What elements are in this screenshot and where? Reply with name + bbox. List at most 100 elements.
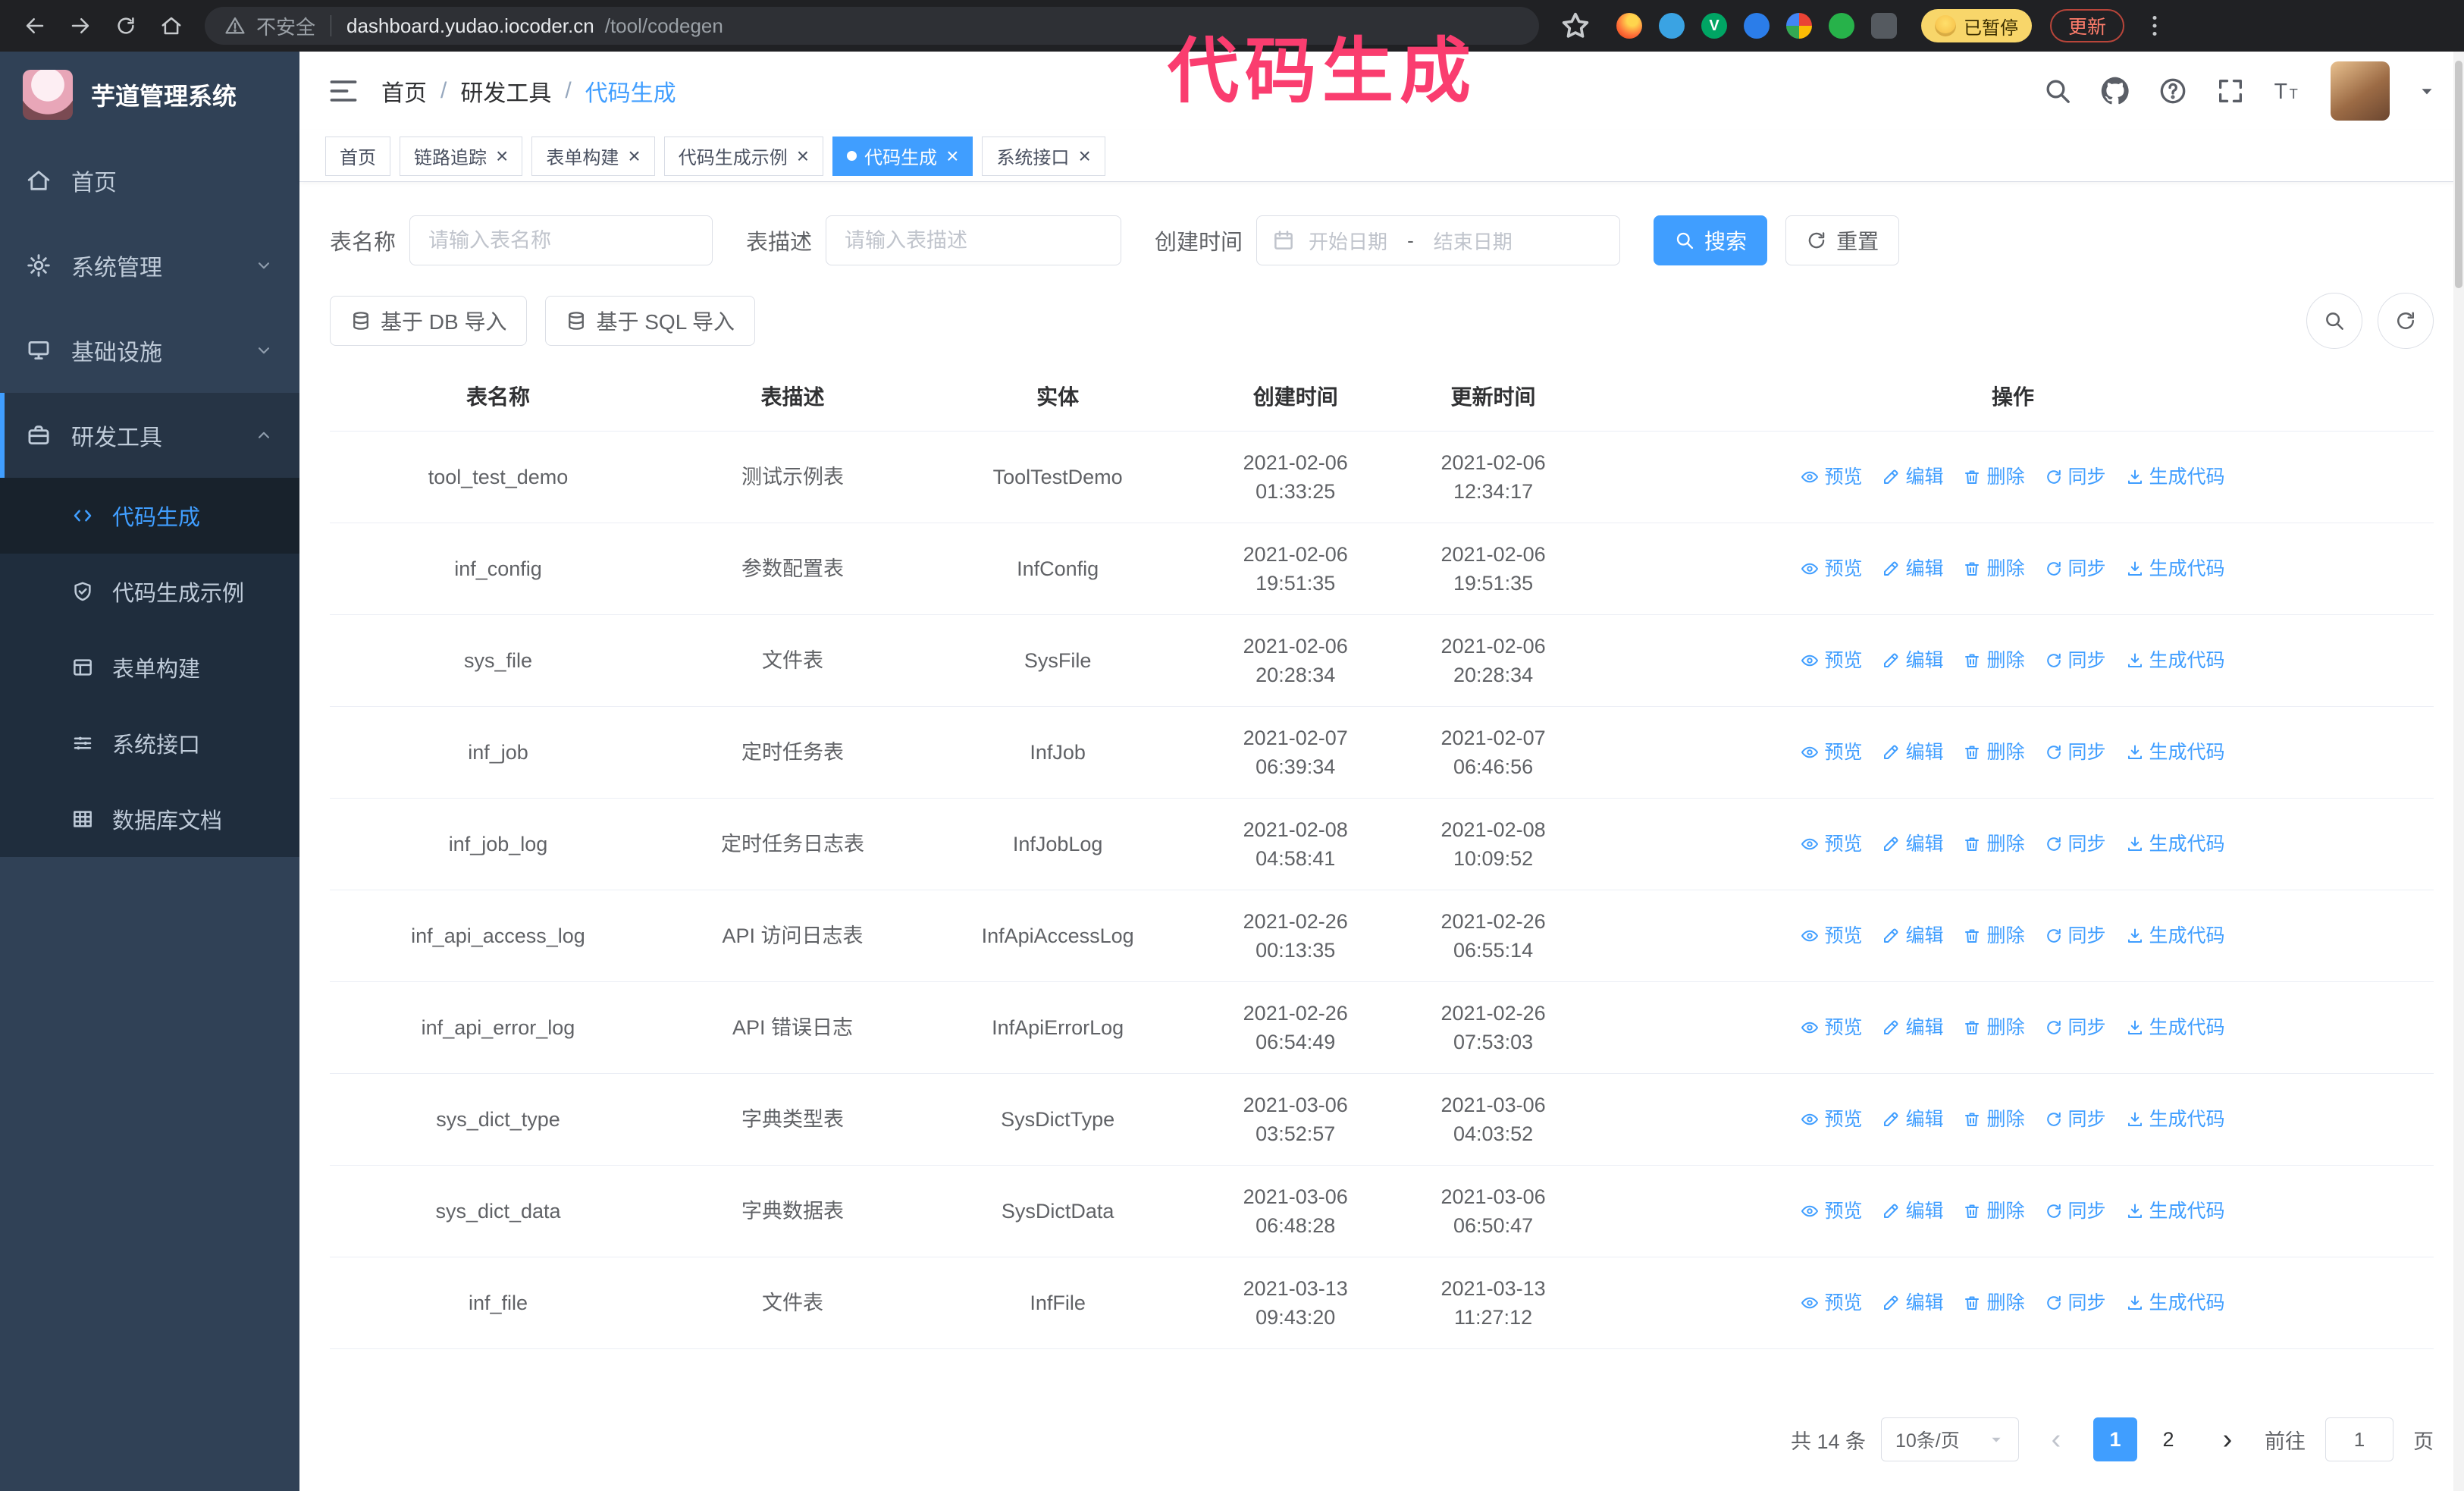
sidebar-item-home[interactable]: 首页 — [0, 138, 299, 223]
reset-button[interactable]: 重置 — [1785, 215, 1900, 265]
action-sync[interactable]: 同步 — [2045, 554, 2106, 583]
logo[interactable]: 芋道管理系统 — [0, 52, 299, 138]
action-edit[interactable]: 编辑 — [1882, 463, 1943, 491]
action-edit[interactable]: 编辑 — [1882, 646, 1943, 675]
action-trash[interactable]: 删除 — [1963, 554, 2025, 583]
close-icon[interactable]: × — [797, 145, 809, 167]
action-sync[interactable]: 同步 — [2045, 1013, 2106, 1042]
action-sync[interactable]: 同步 — [2045, 830, 2106, 859]
action-sync[interactable]: 同步 — [2045, 738, 2106, 767]
close-icon[interactable]: × — [496, 145, 508, 167]
scrollbar-thumb[interactable] — [2455, 61, 2462, 288]
toggle-search-button[interactable] — [2306, 293, 2362, 349]
sidebar-item-form-build[interactable]: 表单构建 — [0, 629, 299, 705]
tab-home[interactable]: 首页 — [325, 136, 390, 176]
action-trash[interactable]: 删除 — [1963, 921, 2025, 950]
action-eye[interactable]: 预览 — [1801, 1289, 1862, 1317]
user-avatar[interactable] — [2331, 61, 2390, 121]
hamburger-icon[interactable] — [327, 74, 360, 108]
action-edit[interactable]: 编辑 — [1882, 921, 1943, 950]
search-icon[interactable] — [2042, 76, 2073, 106]
action-trash[interactable]: 删除 — [1963, 1289, 2025, 1317]
extension-icon-2[interactable] — [1659, 13, 1685, 39]
paused-badge[interactable]: 已暂停 — [1921, 9, 2032, 42]
goto-page-input[interactable] — [2325, 1417, 2393, 1461]
tab-form-build[interactable]: 表单构建 × — [531, 136, 655, 176]
breadcrumb-item[interactable]: 代码生成 — [585, 74, 676, 108]
action-sync[interactable]: 同步 — [2045, 1289, 2106, 1317]
action-sync[interactable]: 同步 — [2045, 646, 2106, 675]
action-sync[interactable]: 同步 — [2045, 463, 2106, 491]
browser-update-button[interactable]: 更新 — [2050, 9, 2125, 42]
extension-icon-5[interactable] — [1786, 13, 1812, 39]
page-button-1[interactable]: 1 — [2093, 1417, 2137, 1461]
action-eye[interactable]: 预览 — [1801, 554, 1862, 583]
browser-home-icon[interactable] — [152, 6, 191, 46]
action-edit[interactable]: 编辑 — [1882, 554, 1943, 583]
action-eye[interactable]: 预览 — [1801, 830, 1862, 859]
action-edit[interactable]: 编辑 — [1882, 1105, 1943, 1134]
sidebar-item-codegen-example[interactable]: 代码生成示例 — [0, 554, 299, 629]
action-edit[interactable]: 编辑 — [1882, 1289, 1943, 1317]
tab-codegen-example[interactable]: 代码生成示例 × — [663, 136, 824, 176]
action-sync[interactable]: 同步 — [2045, 1105, 2106, 1134]
action-eye[interactable]: 预览 — [1801, 1197, 1862, 1226]
back-icon[interactable] — [15, 6, 55, 46]
next-page-button[interactable]: › — [2205, 1417, 2249, 1461]
action-sync[interactable]: 同步 — [2045, 921, 2106, 950]
action-trash[interactable]: 删除 — [1963, 646, 2025, 675]
close-icon[interactable]: × — [628, 145, 640, 167]
page-button-2[interactable]: 2 — [2146, 1417, 2190, 1461]
address-bar[interactable]: 不安全 dashboard.yudao.iocoder.cn /tool/cod… — [205, 7, 1539, 45]
help-icon[interactable] — [2158, 76, 2188, 106]
action-eye[interactable]: 预览 — [1801, 1105, 1862, 1134]
extension-icon-1[interactable] — [1616, 13, 1642, 39]
extension-icon-7[interactable] — [1871, 13, 1897, 39]
sidebar-item-system[interactable]: 系统管理 — [0, 223, 299, 308]
action-download[interactable]: 生成代码 — [2126, 1197, 2225, 1226]
action-download[interactable]: 生成代码 — [2126, 646, 2225, 675]
sidebar-item-infra[interactable]: 基础设施 — [0, 308, 299, 393]
action-sync[interactable]: 同步 — [2045, 1197, 2106, 1226]
action-download[interactable]: 生成代码 — [2126, 921, 2225, 950]
action-trash[interactable]: 删除 — [1963, 738, 2025, 767]
action-download[interactable]: 生成代码 — [2126, 830, 2225, 859]
fullscreen-icon[interactable] — [2215, 76, 2246, 106]
action-eye[interactable]: 预览 — [1801, 463, 1862, 491]
reload-icon[interactable] — [106, 6, 146, 46]
action-edit[interactable]: 编辑 — [1882, 738, 1943, 767]
action-download[interactable]: 生成代码 — [2126, 1289, 2225, 1317]
tab-trace[interactable]: 链路追踪 × — [400, 136, 523, 176]
tab-codegen[interactable]: 代码生成 × — [832, 136, 973, 176]
extension-icon-6[interactable] — [1829, 13, 1854, 39]
action-trash[interactable]: 删除 — [1963, 1105, 2025, 1134]
page-size-select[interactable]: 10条/页 — [1881, 1417, 2019, 1461]
sidebar-item-codegen[interactable]: 代码生成 — [0, 478, 299, 554]
bookmark-star-icon[interactable] — [1559, 9, 1592, 42]
action-eye[interactable]: 预览 — [1801, 1013, 1862, 1042]
action-edit[interactable]: 编辑 — [1882, 1197, 1943, 1226]
action-trash[interactable]: 删除 — [1963, 463, 2025, 491]
close-icon[interactable]: × — [946, 145, 958, 167]
sidebar-item-devtools[interactable]: 研发工具 — [0, 393, 299, 478]
prev-page-button[interactable]: ‹ — [2034, 1417, 2078, 1461]
breadcrumb-item[interactable]: 首页 — [381, 74, 427, 108]
sidebar-item-db-doc[interactable]: 数据库文档 — [0, 781, 299, 857]
scrollbar[interactable] — [2453, 52, 2464, 1491]
action-eye[interactable]: 预览 — [1801, 646, 1862, 675]
tab-api[interactable]: 系统接口 × — [982, 136, 1105, 176]
search-button[interactable]: 搜索 — [1654, 215, 1768, 265]
table-desc-input[interactable] — [826, 215, 1122, 265]
forward-icon[interactable] — [61, 6, 100, 46]
extension-icon-3[interactable] — [1701, 13, 1727, 39]
action-download[interactable]: 生成代码 — [2126, 554, 2225, 583]
sidebar-item-api[interactable]: 系统接口 — [0, 705, 299, 781]
action-download[interactable]: 生成代码 — [2126, 463, 2225, 491]
action-eye[interactable]: 预览 — [1801, 738, 1862, 767]
action-download[interactable]: 生成代码 — [2126, 1013, 2225, 1042]
action-download[interactable]: 生成代码 — [2126, 738, 2225, 767]
import-db-button[interactable]: 基于 DB 导入 — [330, 296, 528, 346]
action-eye[interactable]: 预览 — [1801, 921, 1862, 950]
action-trash[interactable]: 删除 — [1963, 1013, 2025, 1042]
table-name-input[interactable] — [409, 215, 713, 265]
